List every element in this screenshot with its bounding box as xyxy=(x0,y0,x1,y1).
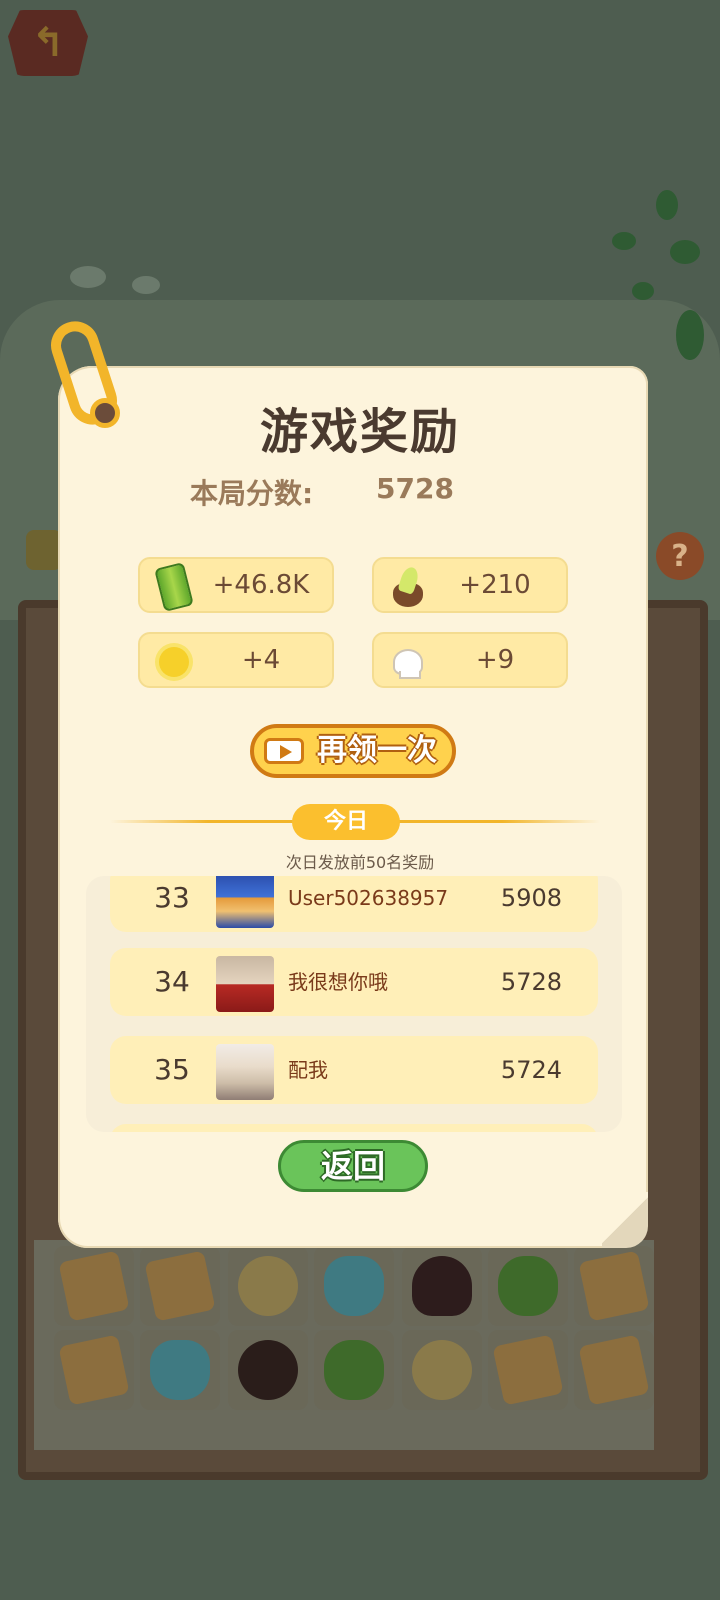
board-tile xyxy=(488,1330,568,1410)
player-name: 配我 xyxy=(288,1058,328,1082)
biscuit-piece xyxy=(578,1250,650,1322)
question-mark-icon: ? xyxy=(671,538,689,574)
player-name: User502638957 xyxy=(288,886,449,910)
board-tile xyxy=(54,1330,134,1410)
board-tile xyxy=(402,1330,482,1410)
biscuit-piece xyxy=(492,1334,564,1406)
back-arrow-button[interactable]: ↰ xyxy=(8,10,88,76)
reward-value: +4 xyxy=(241,645,281,675)
reward-value: +9 xyxy=(475,645,515,675)
biscuit-piece xyxy=(58,1334,130,1406)
ranking-list[interactable]: 33 User502638957 5908 34 我很想你哦 5728 35 配… xyxy=(86,876,622,1132)
claim-again-button[interactable]: 再领一次 xyxy=(250,724,456,778)
board-tile xyxy=(140,1330,220,1410)
background-bush xyxy=(656,190,678,220)
ranking-row[interactable] xyxy=(110,1124,598,1132)
chef-hat-icon xyxy=(386,640,430,684)
rank-number: 35 xyxy=(154,1053,190,1086)
player-score: 5908 xyxy=(500,884,562,912)
help-button[interactable]: ? xyxy=(656,532,704,580)
board-tile xyxy=(314,1246,394,1326)
avatar xyxy=(216,956,274,1012)
flower-icon xyxy=(152,640,196,684)
player-name: 我很想你哦 xyxy=(288,970,388,994)
reward-value: +46.8K xyxy=(212,570,310,600)
matcha-piece xyxy=(324,1340,384,1400)
board-tile xyxy=(54,1246,134,1326)
page-curl-decoration xyxy=(602,1192,648,1248)
player-score: 5728 xyxy=(500,968,562,996)
board-tile xyxy=(488,1246,568,1326)
biscuit-piece xyxy=(144,1250,216,1322)
background-cloud xyxy=(132,276,160,294)
score-label: 本局分数: xyxy=(190,477,314,510)
macaron-piece xyxy=(324,1256,384,1316)
macaron-piece xyxy=(150,1340,210,1400)
board-tile xyxy=(402,1246,482,1326)
ranking-row[interactable]: 34 我很想你哦 5728 xyxy=(110,948,598,1016)
bamboo-icon xyxy=(152,562,196,612)
rank-number: 33 xyxy=(154,881,190,914)
biscuit-piece xyxy=(58,1250,130,1322)
background-cloud xyxy=(70,266,106,288)
reward-value: +210 xyxy=(459,570,531,600)
board-tile xyxy=(228,1330,308,1410)
board-tile xyxy=(574,1246,654,1326)
avatar xyxy=(216,1044,274,1100)
tab-today[interactable]: 今日 xyxy=(292,804,400,840)
board-tile xyxy=(314,1330,394,1410)
modal-title: 游戏奖励 xyxy=(259,404,460,460)
claim-again-label: 再领一次 xyxy=(317,733,437,768)
back-arrow-icon: ↰ xyxy=(31,20,65,66)
avatar xyxy=(216,876,274,928)
score-value: 5728 xyxy=(376,472,454,505)
video-play-icon xyxy=(264,738,304,764)
ranking-row[interactable]: 33 User502638957 5908 xyxy=(110,876,598,932)
background-bush xyxy=(632,282,654,300)
board-tile xyxy=(574,1330,654,1410)
bamboo-shoot-icon xyxy=(386,565,430,609)
matcha-piece xyxy=(498,1256,558,1316)
crown-icon xyxy=(26,530,62,570)
board-tile xyxy=(140,1246,220,1326)
biscuit-piece xyxy=(578,1334,650,1406)
background-bush xyxy=(676,310,704,360)
reward-bamboo: +46.8K xyxy=(138,557,334,613)
reward-chef-hat: +9 xyxy=(372,632,568,688)
reward-note: 次日发放前50名奖励 xyxy=(285,853,435,872)
ice-cream-piece xyxy=(412,1256,472,1316)
reward-flower: +4 xyxy=(138,632,334,688)
background-bush xyxy=(670,240,700,264)
player-score: 5724 xyxy=(500,1056,562,1084)
ranking-row[interactable]: 35 配我 5724 xyxy=(110,1036,598,1104)
chocolate-cookie-piece xyxy=(238,1340,298,1400)
reward-bamboo-shoot: +210 xyxy=(372,557,568,613)
board-tile xyxy=(228,1246,308,1326)
rank-number: 34 xyxy=(154,965,190,998)
background-bush xyxy=(612,232,636,250)
round-cookie-piece xyxy=(412,1340,472,1400)
return-button[interactable]: 返回 xyxy=(278,1140,428,1192)
round-cookie-piece xyxy=(238,1256,298,1316)
